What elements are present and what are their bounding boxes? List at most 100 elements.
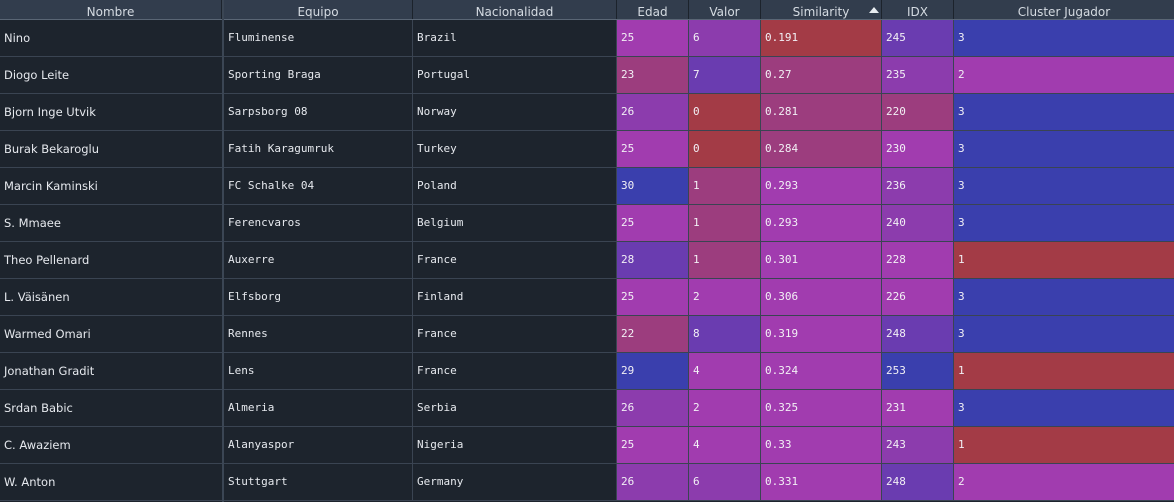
cell-nombre[interactable]: Diogo Leite xyxy=(0,57,222,93)
cell-edad[interactable]: 26 xyxy=(617,94,689,130)
cell-valor[interactable]: 6 xyxy=(689,20,761,56)
cell-cluster[interactable]: 3 xyxy=(954,279,1174,315)
header-valor[interactable]: Valor xyxy=(689,0,761,19)
cell-idx[interactable]: 253 xyxy=(882,353,954,389)
cell-equipo[interactable]: Sarpsborg 08 xyxy=(224,94,413,130)
cell-nombre[interactable]: Srdan Babic xyxy=(0,390,222,426)
cell-equipo[interactable]: Ferencvaros xyxy=(224,205,413,241)
cell-nacionalidad[interactable]: Nigeria xyxy=(413,427,617,463)
cell-cluster[interactable]: 1 xyxy=(954,353,1174,389)
cell-edad[interactable]: 29 xyxy=(617,353,689,389)
table-row[interactable]: Bjorn Inge Utvik xyxy=(0,94,222,131)
cell-nombre[interactable]: S. Mmaee xyxy=(0,205,222,241)
cell-nacionalidad[interactable]: Germany xyxy=(413,464,617,500)
cell-equipo[interactable]: Elfsborg xyxy=(224,279,413,315)
cell-similarity[interactable]: 0.284 xyxy=(761,131,882,167)
cell-valor[interactable]: 2 xyxy=(689,279,761,315)
cell-nacionalidad[interactable]: Portugal xyxy=(413,57,617,93)
table-row[interactable]: Diogo Leite xyxy=(0,57,222,94)
cell-nacionalidad[interactable]: Poland xyxy=(413,168,617,204)
cell-nombre[interactable]: Marcin Kaminski xyxy=(0,168,222,204)
cell-edad[interactable]: 26 xyxy=(617,390,689,426)
table-row[interactable]: Elfsborg Finland 25 2 0.306 226 3 xyxy=(224,279,1174,316)
cell-equipo[interactable]: Sporting Braga xyxy=(224,57,413,93)
cell-idx[interactable]: 231 xyxy=(882,390,954,426)
cell-cluster[interactable]: 2 xyxy=(954,464,1174,500)
table-row[interactable]: Auxerre France 28 1 0.301 228 1 xyxy=(224,242,1174,279)
cell-idx[interactable]: 245 xyxy=(882,20,954,56)
table-row[interactable]: Theo Pellenard xyxy=(0,242,222,279)
table-row[interactable]: Alanyaspor Nigeria 25 4 0.33 243 1 xyxy=(224,427,1174,464)
header-cluster[interactable]: Cluster Jugador xyxy=(954,0,1174,19)
table-row[interactable]: Sarpsborg 08 Norway 26 0 0.281 220 3 xyxy=(224,94,1174,131)
cell-nacionalidad[interactable]: Brazil xyxy=(413,20,617,56)
header-nombre[interactable]: Nombre xyxy=(0,0,222,19)
cell-cluster[interactable]: 3 xyxy=(954,390,1174,426)
cell-valor[interactable]: 2 xyxy=(689,390,761,426)
header-nacionalidad[interactable]: Nacionalidad xyxy=(413,0,617,19)
cell-idx[interactable]: 230 xyxy=(882,131,954,167)
cell-equipo[interactable]: Fatih Karagumruk xyxy=(224,131,413,167)
cell-similarity[interactable]: 0.27 xyxy=(761,57,882,93)
cell-cluster[interactable]: 1 xyxy=(954,242,1174,278)
cell-similarity[interactable]: 0.301 xyxy=(761,242,882,278)
header-edad[interactable]: Edad xyxy=(617,0,689,19)
cell-edad[interactable]: 30 xyxy=(617,168,689,204)
cell-nombre[interactable]: Burak Bekaroglu xyxy=(0,131,222,167)
table-row[interactable]: Fluminense Brazil 25 6 0.191 245 3 xyxy=(224,20,1174,57)
cell-nacionalidad[interactable]: France xyxy=(413,316,617,352)
cell-equipo[interactable]: Almeria xyxy=(224,390,413,426)
cell-cluster[interactable]: 2 xyxy=(954,57,1174,93)
cell-valor[interactable]: 1 xyxy=(689,205,761,241)
cell-valor[interactable]: 0 xyxy=(689,94,761,130)
table-row[interactable]: Marcin Kaminski xyxy=(0,168,222,205)
table-row[interactable]: Burak Bekaroglu xyxy=(0,131,222,168)
cell-cluster[interactable]: 3 xyxy=(954,131,1174,167)
cell-edad[interactable]: 22 xyxy=(617,316,689,352)
header-equipo[interactable]: Equipo xyxy=(224,0,413,19)
header-idx[interactable]: IDX xyxy=(882,0,954,19)
cell-similarity[interactable]: 0.325 xyxy=(761,390,882,426)
cell-cluster[interactable]: 3 xyxy=(954,205,1174,241)
cell-nombre[interactable]: Nino xyxy=(0,20,222,56)
table-row[interactable]: Sporting Braga Portugal 23 7 0.27 235 2 xyxy=(224,57,1174,94)
cell-similarity[interactable]: 0.33 xyxy=(761,427,882,463)
cell-valor[interactable]: 4 xyxy=(689,353,761,389)
cell-idx[interactable]: 240 xyxy=(882,205,954,241)
cell-nombre[interactable]: Bjorn Inge Utvik xyxy=(0,94,222,130)
cell-cluster[interactable]: 3 xyxy=(954,168,1174,204)
cell-edad[interactable]: 25 xyxy=(617,279,689,315)
cell-nacionalidad[interactable]: Serbia xyxy=(413,390,617,426)
table-row[interactable]: Stuttgart Germany 26 6 0.331 248 2 xyxy=(224,464,1174,501)
table-row[interactable]: FC Schalke 04 Poland 30 1 0.293 236 3 xyxy=(224,168,1174,205)
cell-cluster[interactable]: 1 xyxy=(954,427,1174,463)
cell-idx[interactable]: 235 xyxy=(882,57,954,93)
table-row[interactable]: L. Väisänen xyxy=(0,279,222,316)
cell-similarity[interactable]: 0.191 xyxy=(761,20,882,56)
cell-nacionalidad[interactable]: France xyxy=(413,353,617,389)
table-row[interactable]: Fatih Karagumruk Turkey 25 0 0.284 230 3 xyxy=(224,131,1174,168)
cell-nacionalidad[interactable]: Turkey xyxy=(413,131,617,167)
cell-cluster[interactable]: 3 xyxy=(954,94,1174,130)
cell-similarity[interactable]: 0.306 xyxy=(761,279,882,315)
cell-valor[interactable]: 0 xyxy=(689,131,761,167)
table-row[interactable]: Ferencvaros Belgium 25 1 0.293 240 3 xyxy=(224,205,1174,242)
cell-nombre[interactable]: L. Väisänen xyxy=(0,279,222,315)
cell-idx[interactable]: 220 xyxy=(882,94,954,130)
cell-edad[interactable]: 25 xyxy=(617,20,689,56)
cell-valor[interactable]: 8 xyxy=(689,316,761,352)
table-row[interactable]: Rennes France 22 8 0.319 248 3 xyxy=(224,316,1174,353)
table-row[interactable]: Nino xyxy=(0,20,222,57)
cell-similarity[interactable]: 0.281 xyxy=(761,94,882,130)
cell-similarity[interactable]: 0.319 xyxy=(761,316,882,352)
cell-valor[interactable]: 1 xyxy=(689,242,761,278)
cell-edad[interactable]: 28 xyxy=(617,242,689,278)
table-row[interactable]: Warmed Omari xyxy=(0,316,222,353)
cell-similarity[interactable]: 0.324 xyxy=(761,353,882,389)
cell-nacionalidad[interactable]: Norway xyxy=(413,94,617,130)
cell-idx[interactable]: 248 xyxy=(882,464,954,500)
cell-nacionalidad[interactable]: Belgium xyxy=(413,205,617,241)
cell-edad[interactable]: 25 xyxy=(617,427,689,463)
cell-nombre[interactable]: Theo Pellenard xyxy=(0,242,222,278)
cell-valor[interactable]: 1 xyxy=(689,168,761,204)
